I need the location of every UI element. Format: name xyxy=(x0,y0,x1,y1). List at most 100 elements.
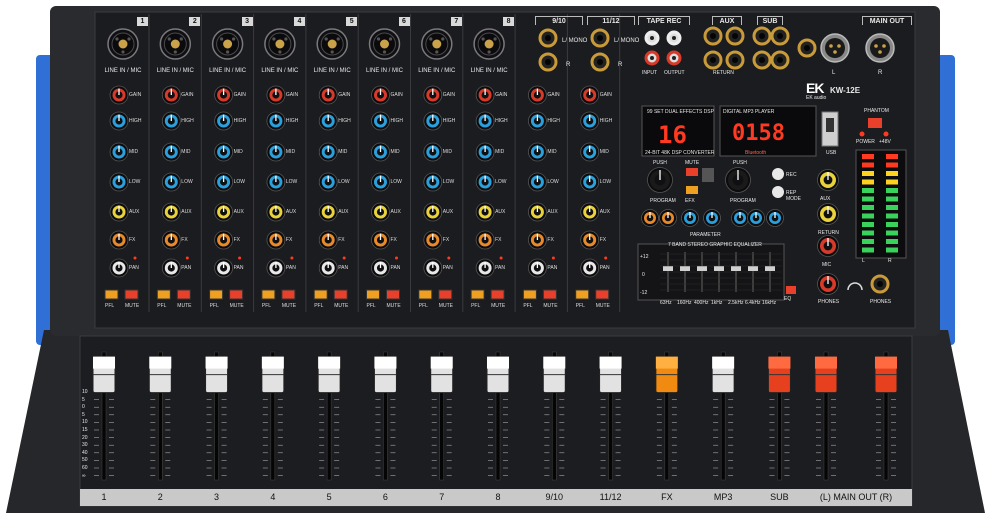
ch7-aux-knob[interactable] xyxy=(423,202,443,222)
ch1-mute-button[interactable] xyxy=(124,289,139,300)
geq-slider-3[interactable] xyxy=(697,266,707,271)
ch1-pfl-button[interactable] xyxy=(104,289,119,300)
ch5-pfl-button[interactable] xyxy=(313,289,328,300)
sub-jack-l[interactable] xyxy=(752,26,772,46)
rca-input-r[interactable] xyxy=(644,50,660,66)
fader-cap-8[interactable] xyxy=(486,356,510,394)
ch9-gain-knob[interactable] xyxy=(528,85,547,105)
ch9-mid-knob[interactable] xyxy=(528,142,547,162)
ch10-pfl-button[interactable] xyxy=(575,289,590,300)
ch9-high-knob[interactable] xyxy=(528,111,547,131)
sub-jack-4[interactable] xyxy=(770,50,790,70)
fader-cap-3[interactable] xyxy=(205,356,229,394)
fader-cap-7[interactable] xyxy=(430,356,454,394)
aux-jack-1[interactable] xyxy=(703,26,723,46)
ch5-high-knob[interactable] xyxy=(318,111,338,131)
ch8-aux-knob[interactable] xyxy=(475,202,495,222)
ch5-mute-button[interactable] xyxy=(333,289,348,300)
fader-cap-5[interactable] xyxy=(317,356,341,394)
ch7-mid-knob[interactable] xyxy=(423,142,443,162)
geq-slider-4[interactable] xyxy=(714,266,724,271)
ch9-fx-knob[interactable] xyxy=(528,230,547,250)
dsp-mute-button[interactable] xyxy=(686,168,698,176)
main-out-xlr-l[interactable] xyxy=(820,33,850,63)
ch2-high-knob[interactable] xyxy=(161,111,181,131)
ch2-fx-knob[interactable] xyxy=(161,230,181,250)
sub-jack-3[interactable] xyxy=(752,50,772,70)
fader-cap-11[interactable] xyxy=(655,356,679,394)
fader-cap-13[interactable] xyxy=(767,356,791,394)
combo-jack-7[interactable] xyxy=(421,28,453,60)
geq-slider-5[interactable] xyxy=(731,266,741,271)
ch2-pfl-button[interactable] xyxy=(156,289,171,300)
fader-cap-12[interactable] xyxy=(711,356,735,394)
fader-cap-10[interactable] xyxy=(599,356,623,394)
ch8-mute-button[interactable] xyxy=(490,289,505,300)
dsp-program-knob[interactable] xyxy=(647,167,673,193)
rca-output-l[interactable] xyxy=(666,30,682,46)
geq-slider-2[interactable] xyxy=(680,266,690,271)
ch1-fx-knob[interactable] xyxy=(109,230,129,250)
ch3-pan-knob[interactable] xyxy=(214,258,234,278)
dsp-param-knob-7[interactable] xyxy=(766,209,784,227)
ch10-fx-knob[interactable] xyxy=(580,230,600,250)
ch1-pan-knob[interactable] xyxy=(109,258,129,278)
ch10-high-knob[interactable] xyxy=(580,111,600,131)
ch1-high-knob[interactable] xyxy=(109,111,129,131)
rec-button[interactable] xyxy=(772,168,784,180)
ch4-high-knob[interactable] xyxy=(266,111,286,131)
fader-cap-9[interactable] xyxy=(542,356,566,394)
ch1-low-knob[interactable] xyxy=(109,172,129,192)
ch4-fx-knob[interactable] xyxy=(266,230,286,250)
ch9-low-knob[interactable] xyxy=(528,172,547,192)
fader-cap-14[interactable] xyxy=(814,356,838,394)
combo-jack-2[interactable] xyxy=(159,28,192,60)
geq-slider-1[interactable] xyxy=(663,266,673,271)
mode-button[interactable] xyxy=(772,186,784,198)
dsp-param-knob-6[interactable] xyxy=(747,209,765,227)
ch2-mute-button[interactable] xyxy=(176,289,191,300)
combo-jack-6[interactable] xyxy=(368,28,401,60)
main-out-xlr-r[interactable] xyxy=(865,33,895,63)
jack-9-right[interactable] xyxy=(538,52,558,72)
fader-cap-1[interactable] xyxy=(92,356,116,394)
geq-slider-7[interactable] xyxy=(765,266,775,271)
ch3-gain-knob[interactable] xyxy=(214,85,234,105)
ch8-gain-knob[interactable] xyxy=(475,85,495,105)
fader-cap-15[interactable] xyxy=(874,356,898,394)
sub-jack-r[interactable] xyxy=(770,26,790,46)
dsp-param-knob-1[interactable] xyxy=(641,209,659,227)
ch1-mid-knob[interactable] xyxy=(109,142,129,162)
phantom-button[interactable] xyxy=(868,118,882,128)
ch7-gain-knob[interactable] xyxy=(423,85,443,105)
ch6-fx-knob[interactable] xyxy=(371,230,390,250)
ch7-mute-button[interactable] xyxy=(438,289,453,300)
ch4-gain-knob[interactable] xyxy=(266,85,286,105)
ch3-low-knob[interactable] xyxy=(214,172,234,192)
fader-cap-4[interactable] xyxy=(261,356,285,394)
rca-output-r[interactable] xyxy=(666,50,682,66)
ch8-mid-knob[interactable] xyxy=(475,142,495,162)
ch2-gain-knob[interactable] xyxy=(161,85,181,105)
ch10-pan-knob[interactable] xyxy=(580,258,600,278)
dsp-param-knob-3[interactable] xyxy=(681,209,699,227)
dsp-param-knob-2[interactable] xyxy=(659,209,677,227)
ch8-fx-knob[interactable] xyxy=(475,230,495,250)
ch6-gain-knob[interactable] xyxy=(371,85,390,105)
ch6-mid-knob[interactable] xyxy=(371,142,390,162)
ch5-mid-knob[interactable] xyxy=(318,142,338,162)
ch10-low-knob[interactable] xyxy=(580,172,600,192)
ch2-aux-knob[interactable] xyxy=(161,202,181,222)
ch4-low-knob[interactable] xyxy=(266,172,286,192)
ch7-high-knob[interactable] xyxy=(423,111,443,131)
ch1-aux-knob[interactable] xyxy=(109,202,129,222)
ch3-aux-knob[interactable] xyxy=(214,202,234,222)
master-return-knob[interactable] xyxy=(817,203,839,225)
ch4-pfl-button[interactable] xyxy=(261,289,276,300)
ch6-pfl-button[interactable] xyxy=(366,289,380,300)
ch8-high-knob[interactable] xyxy=(475,111,495,131)
ch7-fx-knob[interactable] xyxy=(423,230,443,250)
eq-bypass-button[interactable] xyxy=(786,286,796,294)
return-jack-1[interactable] xyxy=(703,50,723,70)
ch5-gain-knob[interactable] xyxy=(318,85,338,105)
